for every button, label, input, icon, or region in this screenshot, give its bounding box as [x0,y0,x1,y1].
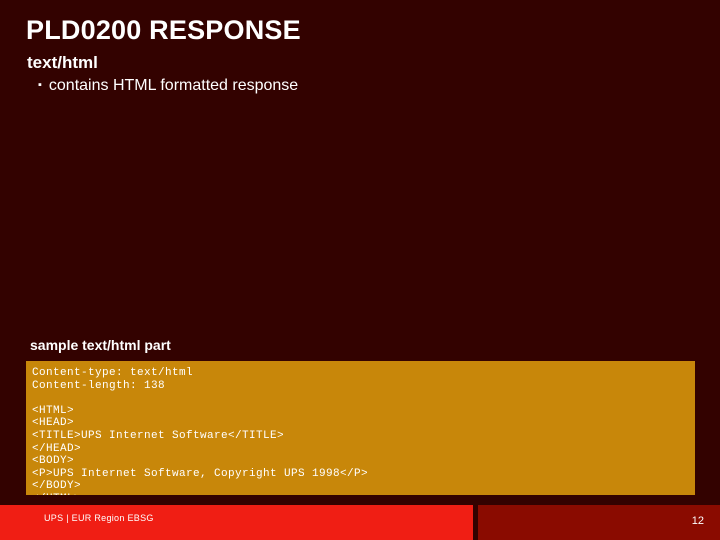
footer-bar-right [478,505,720,540]
code-sample-box: Content-type: text/html Content-length: … [26,361,695,495]
square-bullet-icon: ▪ [38,78,42,91]
footer-label: UPS | EUR Region EBSG [44,513,154,523]
page-title: PLD0200 RESPONSE [26,15,301,45]
sample-caption: sample text/html part [30,337,171,353]
page-number: 12 [691,515,704,527]
code-sample-text: Content-type: text/html Content-length: … [32,367,369,495]
bullet-level2-contains-html: ▪ contains HTML formatted response [27,75,667,97]
bullet-level1-text-html: text/html [27,53,98,72]
bullet-list: text/html ▪ contains HTML formatted resp… [27,52,667,97]
bullet-level2-label: contains HTML formatted response [48,76,299,94]
slide-canvas: PLD0200 RESPONSE text/html ▪ contains HT… [0,0,720,540]
